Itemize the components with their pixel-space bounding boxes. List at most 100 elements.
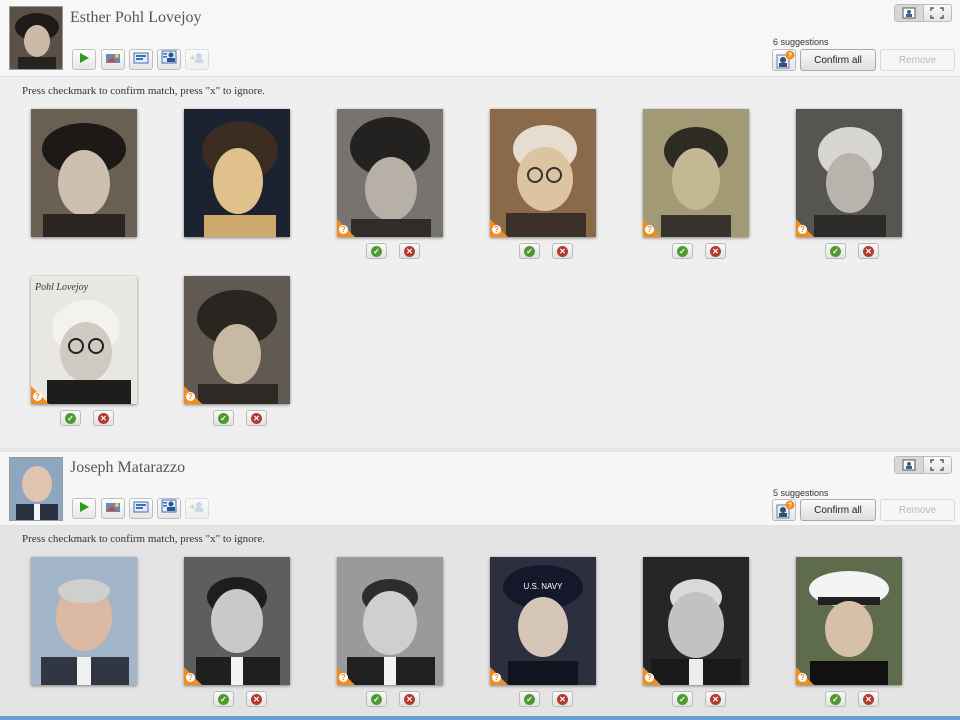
face-photo[interactable]: ? (796, 557, 902, 685)
suggestion-card: ? ✓ ✕ (643, 109, 751, 259)
face-photo[interactable]: ? (643, 557, 749, 685)
ignore-button[interactable]: ✕ (399, 243, 420, 259)
checkmark-icon: ✓ (218, 412, 229, 424)
checkmark-icon: ✓ (524, 245, 535, 257)
confirm-button[interactable]: ✓ (825, 243, 846, 259)
face-photo[interactable]: ? (337, 557, 443, 685)
single-view-button[interactable] (895, 5, 924, 21)
confirm-button[interactable]: ✓ (519, 691, 540, 707)
suggestions-icon: ? (776, 50, 795, 69)
suggestion-card: ? ✓ ✕ (184, 557, 292, 707)
play-button[interactable] (72, 498, 96, 519)
x-icon: ✕ (98, 412, 109, 424)
person-name: Joseph Matarazzo (70, 459, 186, 476)
checkmark-icon: ✓ (677, 693, 688, 705)
confirm-button[interactable]: ✓ (825, 691, 846, 707)
contact-card-button[interactable] (129, 49, 153, 70)
ignore-button[interactable]: ✕ (705, 691, 726, 707)
checkmark-icon: ✓ (830, 693, 841, 705)
suggestion-card: ? ✓ ✕ (796, 557, 904, 707)
face-photo[interactable]: ? (490, 109, 596, 237)
face-photo[interactable]: Pohl Lovejoy ? (31, 276, 137, 404)
confirm-all-button[interactable]: Confirm all (800, 49, 876, 71)
face-photo[interactable]: ? (796, 109, 902, 237)
question-badge-icon: ? (643, 667, 661, 685)
face-photo[interactable] (184, 109, 290, 237)
person-section-joseph: Joseph Matarazzo 5 suggestions ? Confirm… (0, 448, 960, 720)
remove-button[interactable]: Remove (880, 49, 955, 71)
confirm-button[interactable]: ✓ (672, 243, 693, 259)
suggestions-icon: ? (776, 500, 795, 519)
face-photo[interactable] (31, 109, 137, 237)
fullscreen-icon (930, 7, 944, 19)
photo-annotation: Pohl Lovejoy (34, 282, 89, 293)
suggestion-card (184, 109, 292, 239)
ignore-button[interactable]: ✕ (246, 410, 267, 426)
person-header: Joseph Matarazzo 5 suggestions ? Confirm… (0, 452, 960, 526)
fullscreen-button[interactable] (924, 5, 952, 21)
ignore-button[interactable]: ✕ (858, 243, 879, 259)
ignore-button[interactable]: ✕ (858, 691, 879, 707)
contact-card-button[interactable] (129, 498, 153, 519)
suggestion-card: ? ✓ ✕ (490, 109, 598, 259)
face-photo[interactable]: ? (337, 109, 443, 237)
confirm-button[interactable]: ✓ (213, 691, 234, 707)
suggestions-button[interactable]: ? (772, 49, 796, 71)
x-icon: ✕ (251, 412, 262, 424)
confirm-button[interactable]: ✓ (60, 410, 81, 426)
contact-card-icon (133, 500, 149, 518)
ignore-button[interactable]: ✕ (705, 243, 726, 259)
question-badge-icon: ? (643, 219, 661, 237)
question-badge-icon: ? (184, 386, 202, 404)
avatar[interactable] (9, 6, 63, 70)
svg-text:?: ? (788, 503, 792, 510)
suggestions-button[interactable]: ? (772, 499, 796, 521)
avatar[interactable] (9, 457, 63, 521)
play-button[interactable] (72, 49, 96, 70)
x-icon: ✕ (863, 693, 874, 705)
face-photo[interactable]: ? (184, 276, 290, 404)
confirm-button[interactable]: ✓ (213, 410, 234, 426)
add-photo-button[interactable] (101, 49, 125, 70)
x-icon: ✕ (710, 693, 721, 705)
confirm-button[interactable]: ✓ (366, 691, 387, 707)
confirm-button[interactable]: ✓ (366, 243, 387, 259)
suggestion-card: ? ✓ ✕ (796, 109, 904, 259)
single-view-button[interactable] (895, 457, 924, 473)
confirm-all-button[interactable]: Confirm all (800, 499, 876, 521)
ignore-button[interactable]: ✕ (399, 691, 420, 707)
checkmark-icon: ✓ (65, 412, 76, 424)
face-photo[interactable] (31, 557, 137, 685)
person-section-esther: Esther Pohl Lovejoy 6 suggestions ? Conf… (0, 0, 960, 448)
ignore-button[interactable]: ✕ (246, 691, 267, 707)
suggestion-card: ? ✓ ✕ (184, 276, 292, 426)
add-person-button[interactable] (185, 498, 209, 519)
x-icon: ✕ (557, 693, 568, 705)
suggestions-count: 6 suggestions (773, 37, 829, 47)
question-badge-icon: ? (184, 667, 202, 685)
add-photo-icon (105, 51, 121, 69)
face-photo[interactable]: U.S. NAVY ? (490, 557, 596, 685)
ignore-button[interactable]: ✕ (552, 691, 573, 707)
remove-button[interactable]: Remove (880, 499, 955, 521)
question-badge-icon: ? (490, 667, 508, 685)
ignore-button[interactable]: ✕ (552, 243, 573, 259)
add-photo-button[interactable] (101, 498, 125, 519)
checkmark-icon: ✓ (218, 693, 229, 705)
confirm-button[interactable]: ✓ (672, 691, 693, 707)
play-icon (78, 500, 90, 518)
suggestion-card: Pohl Lovejoy ? ✓ ✕ (31, 276, 139, 426)
ignore-button[interactable]: ✕ (93, 410, 114, 426)
fullscreen-button[interactable] (924, 457, 952, 473)
add-person-icon (189, 500, 205, 518)
confirm-button[interactable]: ✓ (519, 243, 540, 259)
person-tag-button[interactable] (157, 498, 181, 519)
add-person-button[interactable] (185, 49, 209, 70)
face-photo[interactable]: ? (184, 557, 290, 685)
add-person-icon (189, 51, 205, 69)
question-badge-icon: ? (490, 219, 508, 237)
checkmark-icon: ✓ (371, 245, 382, 257)
face-photo[interactable]: ? (643, 109, 749, 237)
suggestion-card (31, 557, 139, 687)
person-tag-button[interactable] (157, 49, 181, 70)
